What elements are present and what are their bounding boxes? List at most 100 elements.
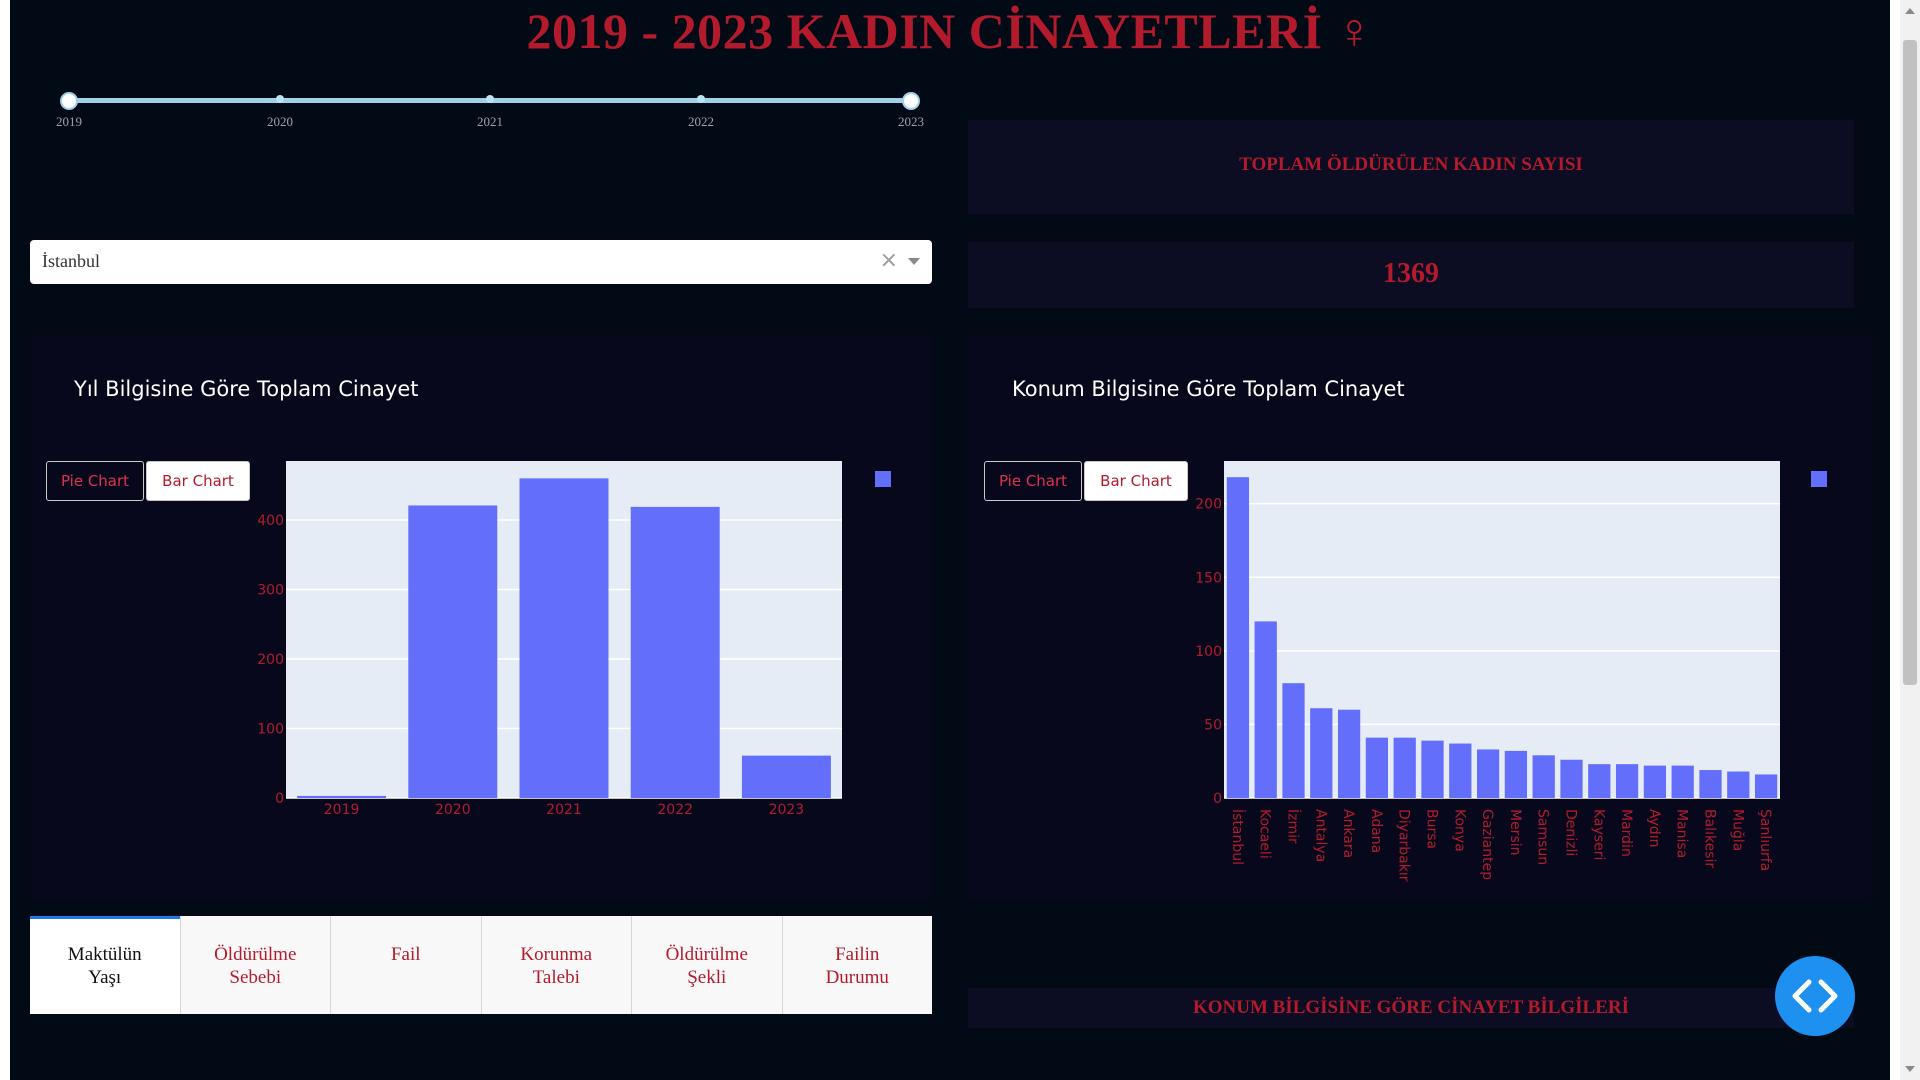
x-tick-label: Manisa	[1674, 809, 1690, 858]
x-tick-label: 2022	[657, 802, 693, 818]
code-toggle-button[interactable]	[1775, 956, 1855, 1036]
bar[interactable]	[741, 755, 831, 798]
slider-mark: 2020	[267, 114, 293, 129]
x-tick-label: Mersin	[1507, 809, 1523, 856]
bar[interactable]	[1504, 750, 1528, 798]
slider-step-dot	[697, 95, 705, 103]
x-tick-label: Diyarbakır	[1396, 809, 1412, 882]
x-tick-label: Antalya	[1312, 809, 1328, 862]
x-tick-label: Şanlıurfa	[1757, 809, 1773, 871]
slider-mark: 2022	[688, 114, 714, 129]
bar[interactable]	[1449, 743, 1472, 798]
location-bar-chart[interactable]: 0 50 100 150 200 İstanbul Kocaeli İzmir Antalya A…	[968, 335, 1870, 900]
year-bar-chart[interactable]: 0 100 200 300 400 2019 2020 2021 2022 2023	[30, 335, 932, 900]
x-tick-label: Gaziantep	[1479, 809, 1495, 880]
bar[interactable]	[1727, 771, 1750, 798]
dashboard: 2019 - 2023 KADIN CİNAYETLERİ ♀ 2019 202…	[10, 0, 1890, 1080]
bar[interactable]	[1560, 759, 1583, 798]
tab-label: Fail	[390, 944, 421, 965]
tab-label: Talebi	[532, 967, 580, 988]
y-tick-label: 100	[257, 722, 284, 738]
bar[interactable]	[1532, 755, 1555, 798]
bar[interactable]	[630, 506, 720, 798]
bar[interactable]	[1337, 709, 1361, 798]
bar[interactable]	[1671, 765, 1694, 798]
scroll-down-icon[interactable]	[1905, 1066, 1915, 1072]
chevron-down-icon[interactable]	[908, 258, 920, 265]
slider-handle-end[interactable]	[902, 92, 920, 110]
y-tick-label: 400	[257, 513, 284, 529]
tab-perpetrator[interactable]: Fail	[330, 916, 481, 1014]
clear-icon[interactable]: ×	[880, 248, 898, 273]
slider-mark: 2023	[898, 114, 924, 129]
bar[interactable]	[1643, 765, 1667, 798]
plot-area	[1224, 461, 1780, 798]
y-tick-label: 100	[1195, 644, 1222, 660]
slider-mark: 2019	[56, 114, 82, 129]
kpi-value-box: 1369	[968, 242, 1854, 308]
bar[interactable]	[1699, 770, 1722, 798]
x-tick-label: 2019	[324, 802, 360, 818]
x-tick-label: Samsun	[1535, 809, 1551, 865]
page-scrollbar[interactable]	[1900, 0, 1920, 1080]
y-tick-label: 300	[257, 583, 284, 599]
tab-victim-age[interactable]: Maktülün Yaşı	[30, 916, 180, 1014]
bar[interactable]	[519, 478, 609, 798]
slider-step-dot	[486, 95, 494, 103]
bar[interactable]	[1476, 749, 1500, 798]
bar[interactable]	[1254, 621, 1277, 798]
tab-label: Durumu	[825, 967, 889, 988]
bar[interactable]	[1310, 708, 1333, 798]
x-tick-label: Kayseri	[1590, 809, 1606, 860]
bar[interactable]	[1226, 477, 1250, 798]
bar[interactable]	[1393, 737, 1416, 798]
bar[interactable]	[1588, 764, 1611, 798]
year-chart-panel: Yıl Bilgisine Göre Toplam Cinayet Pie Ch…	[30, 335, 932, 900]
year-range-slider[interactable]: 2019 2020 2021 2022 2023	[50, 90, 924, 130]
bar[interactable]	[1282, 683, 1305, 798]
tab-killing-reason[interactable]: Öldürülme Sebebi	[179, 916, 330, 1014]
x-tick-label: İstanbul	[1229, 809, 1247, 865]
bar[interactable]	[297, 795, 387, 798]
bar[interactable]	[1421, 740, 1444, 798]
x-tick-label: Balıkesir	[1702, 809, 1718, 868]
tab-protection-request[interactable]: Korunma Talebi	[480, 916, 631, 1014]
detail-tabs: Maktülün Yaşı Öldürülme Sebebi Fail Koru…	[30, 916, 932, 1014]
bar[interactable]	[1754, 774, 1778, 798]
slider-step-dot	[276, 95, 284, 103]
bar[interactable]	[408, 505, 498, 798]
x-tick-label: 2020	[435, 802, 471, 818]
x-tick-label: Adana	[1368, 809, 1384, 853]
y-tick-label: 200	[257, 652, 284, 668]
tab-killing-method[interactable]: Öldürülme Şekli	[631, 916, 782, 1014]
x-tick-label: Aydın	[1646, 809, 1662, 848]
y-tick-label: 0	[275, 791, 284, 807]
x-tick-label: 2023	[769, 802, 805, 818]
scrollbar-thumb[interactable]	[1903, 40, 1917, 685]
x-tick-label: Kocaeli	[1257, 809, 1273, 859]
tab-label: Maktülün	[67, 944, 142, 965]
location-info-title: KONUM BİLGİSİNE GÖRE CİNAYET BİLGİLERİ	[968, 988, 1854, 1028]
x-tick-label: Bursa	[1424, 809, 1440, 849]
tab-label: Failin	[835, 944, 880, 965]
tab-label: Yaşı	[88, 967, 122, 988]
page-title: 2019 - 2023 KADIN CİNAYETLERİ ♀	[526, 3, 1374, 59]
x-tick-label: Konya	[1451, 809, 1467, 852]
bar[interactable]	[1615, 764, 1639, 798]
tab-label: Öldürülme	[665, 944, 748, 965]
scroll-up-icon[interactable]	[1905, 8, 1915, 14]
location-chart-panel: Konum Bilgisine Göre Toplam Cinayet Pie …	[968, 335, 1870, 900]
dropdown-selected-value: İstanbul	[42, 251, 100, 271]
kpi-label-box: TOPLAM ÖLDÜRÜLEN KADIN SAYISI	[968, 120, 1854, 214]
bar[interactable]	[1365, 737, 1389, 798]
city-dropdown[interactable]: İstanbul ×	[30, 240, 932, 284]
y-tick-label: 50	[1204, 717, 1222, 733]
tab-label: Korunma	[520, 944, 593, 965]
x-tick-label: Mardin	[1618, 809, 1634, 857]
tab-perpetrator-status[interactable]: Failin Durumu	[781, 916, 932, 1014]
slider-mark: 2021	[477, 114, 503, 129]
x-tick-label: Ankara	[1340, 809, 1356, 858]
slider-handle-start[interactable]	[60, 92, 78, 110]
x-tick-label: 2021	[546, 802, 582, 818]
kpi-value: 1369	[1383, 258, 1439, 289]
